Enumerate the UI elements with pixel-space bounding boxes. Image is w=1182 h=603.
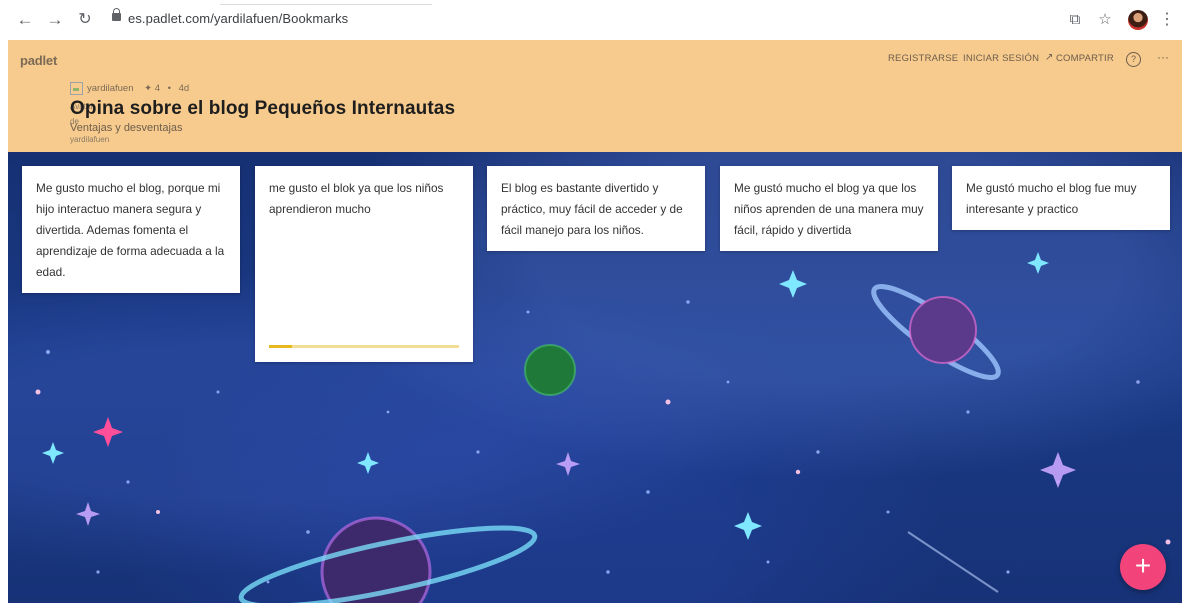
reload-icon[interactable]: ↻ [74, 9, 96, 31]
login-link[interactable]: INICIAR SESIÓN [963, 53, 1039, 64]
page-subtitle: Ventajas y desventajas [70, 122, 183, 134]
tab-strip [220, 0, 432, 5]
page-title: Opina sobre el blog Pequeños Internautas [70, 98, 456, 119]
likes-count: ✦ 4 [144, 83, 161, 95]
author-name[interactable]: yardilafuen [87, 83, 133, 94]
url-text[interactable]: es.padlet.com/yardilafuen/Bookmarks [128, 11, 348, 26]
star-icon[interactable]: ☆ [1094, 9, 1116, 31]
post-card[interactable]: Me gustó mucho el blog ya que los niños … [720, 166, 938, 251]
post-text: me gusto el blok ya que los niños aprend… [269, 181, 444, 216]
post-age: 4d [178, 83, 190, 95]
help-icon[interactable]: ? [1126, 52, 1141, 67]
post-text: Me gustó mucho el blog fue muy interesan… [966, 181, 1137, 216]
author-row: yardilafuen ✦ 4 • 4d [70, 82, 189, 95]
forward-arrow-icon[interactable]: → [44, 9, 66, 31]
lock-icon [112, 8, 121, 21]
browser-toolbar: ← → ↻ es.padlet.com/yardilafuen/Bookmark… [0, 0, 1182, 40]
padlet-logo[interactable]: padlet [20, 53, 57, 68]
back-arrow-icon[interactable]: ← [14, 9, 36, 31]
upload-progress-bar [269, 345, 459, 348]
cast-icon[interactable]: ⧉ [1064, 9, 1086, 31]
share-button[interactable]: COMPARTIR [1056, 53, 1114, 64]
dot-separator: • [167, 83, 171, 95]
post-text: El blog es bastante divertido y práctico… [501, 181, 683, 237]
add-post-button[interactable]: + [1120, 544, 1166, 590]
more-icon[interactable]: ··· [1157, 50, 1169, 64]
post-text: Me gustó mucho el blog ya que los niños … [734, 181, 924, 237]
post-text: Me gusto mucho el blog, porque mi hijo i… [36, 181, 225, 279]
post-card[interactable]: Me gustó mucho el blog fue muy interesan… [952, 166, 1170, 230]
upload-progress-fill [269, 345, 292, 348]
share-icon[interactable]: ↗ [1045, 52, 1053, 63]
post-card-uploading[interactable]: me gusto el blok ya que los niños aprend… [255, 166, 473, 362]
menu-dots-icon[interactable]: ⋮ [1156, 9, 1178, 31]
register-link[interactable]: REGISTRARSE [888, 53, 958, 64]
profile-avatar[interactable] [1128, 10, 1148, 30]
post-card[interactable]: El blog es bastante divertido y práctico… [487, 166, 705, 251]
address-bar[interactable]: es.padlet.com/yardilafuen/Bookmarks [104, 8, 1172, 33]
avatar-broken-icon [70, 82, 83, 95]
avatar-alt-user: yardilafuen [70, 135, 110, 144]
post-card[interactable]: Me gusto mucho el blog, porque mi hijo i… [22, 166, 240, 293]
padlet-header: padlet REGISTRARSE INICIAR SESIÓN ↗ COMP… [8, 40, 1182, 152]
